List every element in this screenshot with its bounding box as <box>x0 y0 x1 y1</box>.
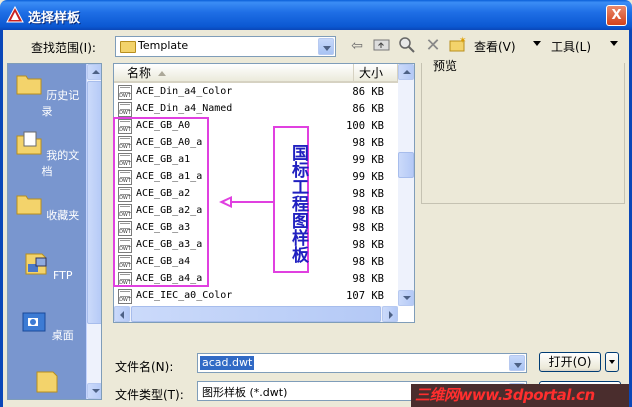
place-more[interactable] <box>10 368 84 399</box>
look-in-value: Template <box>138 39 189 52</box>
look-in-dropdown[interactable]: Template <box>115 36 336 57</box>
file-row[interactable]: DWT ACE_Din_a4_Named 86 KB <box>118 101 388 118</box>
annotation-arrow-inner <box>224 199 230 205</box>
place-label: 我的文档 <box>41 149 80 178</box>
view-dropdown-icon[interactable] <box>533 41 541 46</box>
svg-text:✶: ✶ <box>459 36 467 46</box>
scroll-up-button[interactable] <box>398 64 414 80</box>
file-size: 107 KB <box>346 290 384 302</box>
place-desktop[interactable]: 桌面 <box>10 310 84 343</box>
scroll-thumb[interactable] <box>131 306 381 322</box>
folder-icon <box>120 41 136 53</box>
filename-field[interactable]: acad.dwt <box>197 353 527 373</box>
file-size: 98 KB <box>352 239 384 251</box>
file-row[interactable]: DWT ACE_IEC_a0_Color 107 KB <box>118 288 388 305</box>
file-size: 100 KB <box>346 120 384 132</box>
place-label: FTP <box>53 269 73 282</box>
place-favorites[interactable]: 收藏夹 <box>10 190 84 223</box>
annotation-box: 国标工程图样板 <box>273 126 309 273</box>
annotation-arrow-shaft <box>232 201 274 203</box>
filetype-value: 图形样板 (*.dwt) <box>202 386 288 399</box>
scroll-down-button[interactable] <box>87 383 101 399</box>
file-row[interactable]: DWT ACE_Din_a4_Color 86 KB <box>118 84 388 101</box>
documents-folder-icon <box>16 131 42 155</box>
autocad-app-icon <box>6 6 24 23</box>
file-size: 86 KB <box>352 103 384 115</box>
dwt-file-icon: DWT <box>118 289 132 304</box>
place-ftp[interactable]: FTP <box>10 250 84 282</box>
favorites-folder-icon <box>16 195 42 215</box>
view-menu-label[interactable]: 查看(V) <box>474 38 516 55</box>
file-name: ACE_Din_a4_Named <box>136 103 233 114</box>
open-button[interactable]: 打开(O) <box>539 352 601 372</box>
scroll-up-button[interactable] <box>87 64 101 80</box>
file-size: 98 KB <box>352 137 384 149</box>
desktop-icon <box>22 312 46 332</box>
look-in-label: 查找范围(I): <box>31 41 96 55</box>
open-options-button[interactable] <box>605 352 619 372</box>
scroll-thumb[interactable] <box>87 81 101 324</box>
folder-icon <box>36 371 58 393</box>
file-size: 86 KB <box>352 86 384 98</box>
watermark: 三维网www.3dportal.cn <box>411 384 629 407</box>
place-label: 桌面 <box>51 329 74 342</box>
up-folder-icon[interactable] <box>372 36 392 56</box>
column-header-name-label: 名称 <box>127 66 152 80</box>
ftp-icon <box>25 253 46 275</box>
scroll-down-button[interactable] <box>398 290 414 306</box>
file-size: 98 KB <box>352 256 384 268</box>
place-label: 历史记录 <box>41 89 80 118</box>
history-folder-icon <box>16 75 42 95</box>
tools-dropdown-icon[interactable] <box>610 41 618 46</box>
places-bar: 历史记录 我的文档 收藏夹 FTP 桌面 <box>7 63 102 400</box>
place-my-documents[interactable]: 我的文档 <box>10 130 84 179</box>
filename-label: 文件名(N): <box>115 360 174 374</box>
dwt-file-icon: DWT <box>118 102 132 117</box>
file-size: 98 KB <box>352 273 384 285</box>
scroll-thumb[interactable] <box>398 152 414 178</box>
chevron-down-icon[interactable] <box>318 38 334 55</box>
place-history[interactable]: 历史记录 <box>10 70 84 119</box>
file-size: 99 KB <box>352 154 384 166</box>
file-list-vscrollbar[interactable] <box>398 64 414 306</box>
column-header-size-label: 大小 <box>358 66 383 80</box>
places-scrollbar[interactable] <box>86 64 101 399</box>
delete-icon[interactable]: ✕ <box>423 36 443 56</box>
file-size: 99 KB <box>352 171 384 183</box>
window-title: 选择样板 <box>28 11 81 26</box>
search-web-icon[interactable] <box>397 36 417 56</box>
column-header-name[interactable]: 名称 <box>114 64 354 83</box>
sort-ascending-icon <box>158 71 166 76</box>
scroll-right-button[interactable] <box>382 306 398 322</box>
preview-label: 预览 <box>431 57 460 74</box>
highlight-box <box>113 117 209 287</box>
column-header-size[interactable]: 大小 <box>354 64 398 83</box>
scroll-left-button[interactable] <box>114 306 130 322</box>
file-size: 98 KB <box>352 222 384 234</box>
title-bar: 选择样板 X <box>0 0 632 30</box>
window-frame-left <box>0 30 3 407</box>
new-folder-icon[interactable]: ✶ <box>448 36 468 56</box>
filename-value: acad.dwt <box>200 356 255 370</box>
file-size: 98 KB <box>352 205 384 217</box>
file-list-hscrollbar[interactable] <box>114 306 398 322</box>
file-size: 98 KB <box>352 188 384 200</box>
dwt-file-icon: DWT <box>118 85 132 100</box>
file-name: ACE_Din_a4_Color <box>136 86 233 97</box>
chevron-down-icon[interactable] <box>509 355 525 371</box>
place-label: 收藏夹 <box>46 209 80 222</box>
file-name: ACE_IEC_a0_Color <box>136 290 233 301</box>
annotation-text: 国标工程图样板 <box>288 143 308 263</box>
preview-pane <box>421 63 625 204</box>
tools-menu-label[interactable]: 工具(L) <box>551 38 591 55</box>
back-icon[interactable]: ⇦ <box>347 36 367 56</box>
filetype-label: 文件类型(T): <box>115 388 184 402</box>
close-button[interactable]: X <box>606 5 627 26</box>
